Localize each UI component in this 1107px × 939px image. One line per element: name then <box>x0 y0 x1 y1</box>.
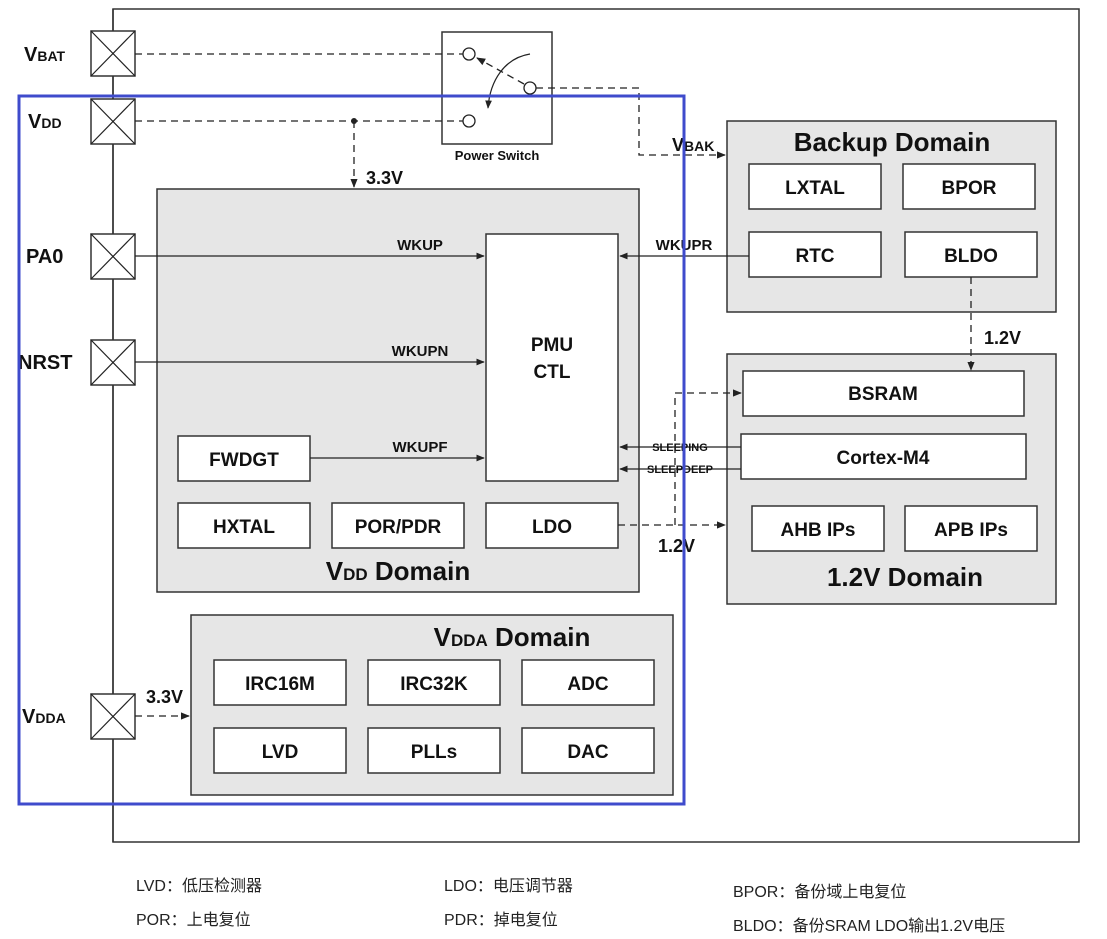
backup-domain-title: Backup Domain <box>794 127 991 157</box>
power-domain-diagram: VBAT VDD PA0 NRST VDDA Power Switch 3.3V… <box>17 8 1080 843</box>
legend-lvd: LVD：低压检测器 <box>136 878 262 895</box>
domain-1v2-title: 1.2V Domain <box>827 562 983 592</box>
pin-label-vbat: VBAT <box>24 44 66 66</box>
pad-vdd <box>90 98 136 145</box>
legend-por: POR：上电复位 <box>136 912 251 929</box>
pad-nrst <box>90 339 136 386</box>
block-irc16m-label: IRC16M <box>245 674 315 695</box>
block-plls-label: PLLs <box>411 742 457 763</box>
pad-vbat <box>90 30 136 77</box>
block-lvd-label: LVD <box>262 742 299 763</box>
sleeping-label: SLEEPING <box>652 442 708 454</box>
block-bpor-label: BPOR <box>942 178 997 199</box>
pmu-label-line2: CTL <box>534 362 571 383</box>
wkupf-label: WKUPF <box>393 439 448 456</box>
block-adc-label: ADC <box>567 674 608 695</box>
pad-vdda <box>90 693 136 740</box>
block-apb-ips-label: APB IPs <box>934 520 1008 541</box>
vbak-label: VBAK <box>672 135 714 155</box>
legend-pdr: PDR：掉电复位 <box>444 912 558 929</box>
wkup-label: WKUP <box>397 237 443 254</box>
pin-label-pa0: PA0 <box>26 246 63 268</box>
sleepdeep-label: SLEEPDEEP <box>647 464 713 476</box>
switch-terminal-vdd <box>462 114 476 128</box>
pad-pa0 <box>90 233 136 280</box>
block-ahb-ips-label: AHB IPs <box>781 520 856 541</box>
switch-terminal-vbat <box>462 47 476 61</box>
block-bsram-label: BSRAM <box>848 384 918 405</box>
block-dac-label: DAC <box>567 742 608 763</box>
block-pmu-ctl <box>485 233 619 482</box>
block-rtc-label: RTC <box>795 246 834 267</box>
wkupn-label: WKUPN <box>392 343 449 360</box>
power-switch-label: Power Switch <box>455 148 540 163</box>
legend-bldo: BLDO：备份SRAM LDO输出1.2V电压 <box>733 918 1006 935</box>
block-hxtal-label: HXTAL <box>213 517 275 538</box>
vdd-voltage-label: 3.3V <box>366 168 403 188</box>
switch-terminal-out <box>523 81 537 95</box>
block-por-pdr-label: POR/PDR <box>355 517 442 538</box>
vdda-voltage-label: 3.3V <box>146 687 183 707</box>
block-fwdgt-label: FWDGT <box>209 450 279 471</box>
block-bldo-label: BLDO <box>944 246 998 267</box>
pin-label-vdda: VDDA <box>22 706 66 728</box>
pin-label-vdd: VDD <box>28 111 62 133</box>
legend-bpor: BPOR：备份域上电复位 <box>733 884 907 901</box>
legend-ldo: LDO：电压调节器 <box>444 878 573 895</box>
bldo-voltage-label: 1.2V <box>984 328 1021 348</box>
pmu-label-line1: PMU <box>531 335 573 356</box>
block-cortex-m4-label: Cortex-M4 <box>837 448 930 469</box>
block-lxtal-label: LXTAL <box>785 178 845 199</box>
ldo-voltage-label: 1.2V <box>658 536 695 556</box>
pin-label-nrst: NRST <box>18 352 72 374</box>
block-ldo-label: LDO <box>532 517 572 538</box>
block-irc32k-label: IRC32K <box>400 674 468 695</box>
